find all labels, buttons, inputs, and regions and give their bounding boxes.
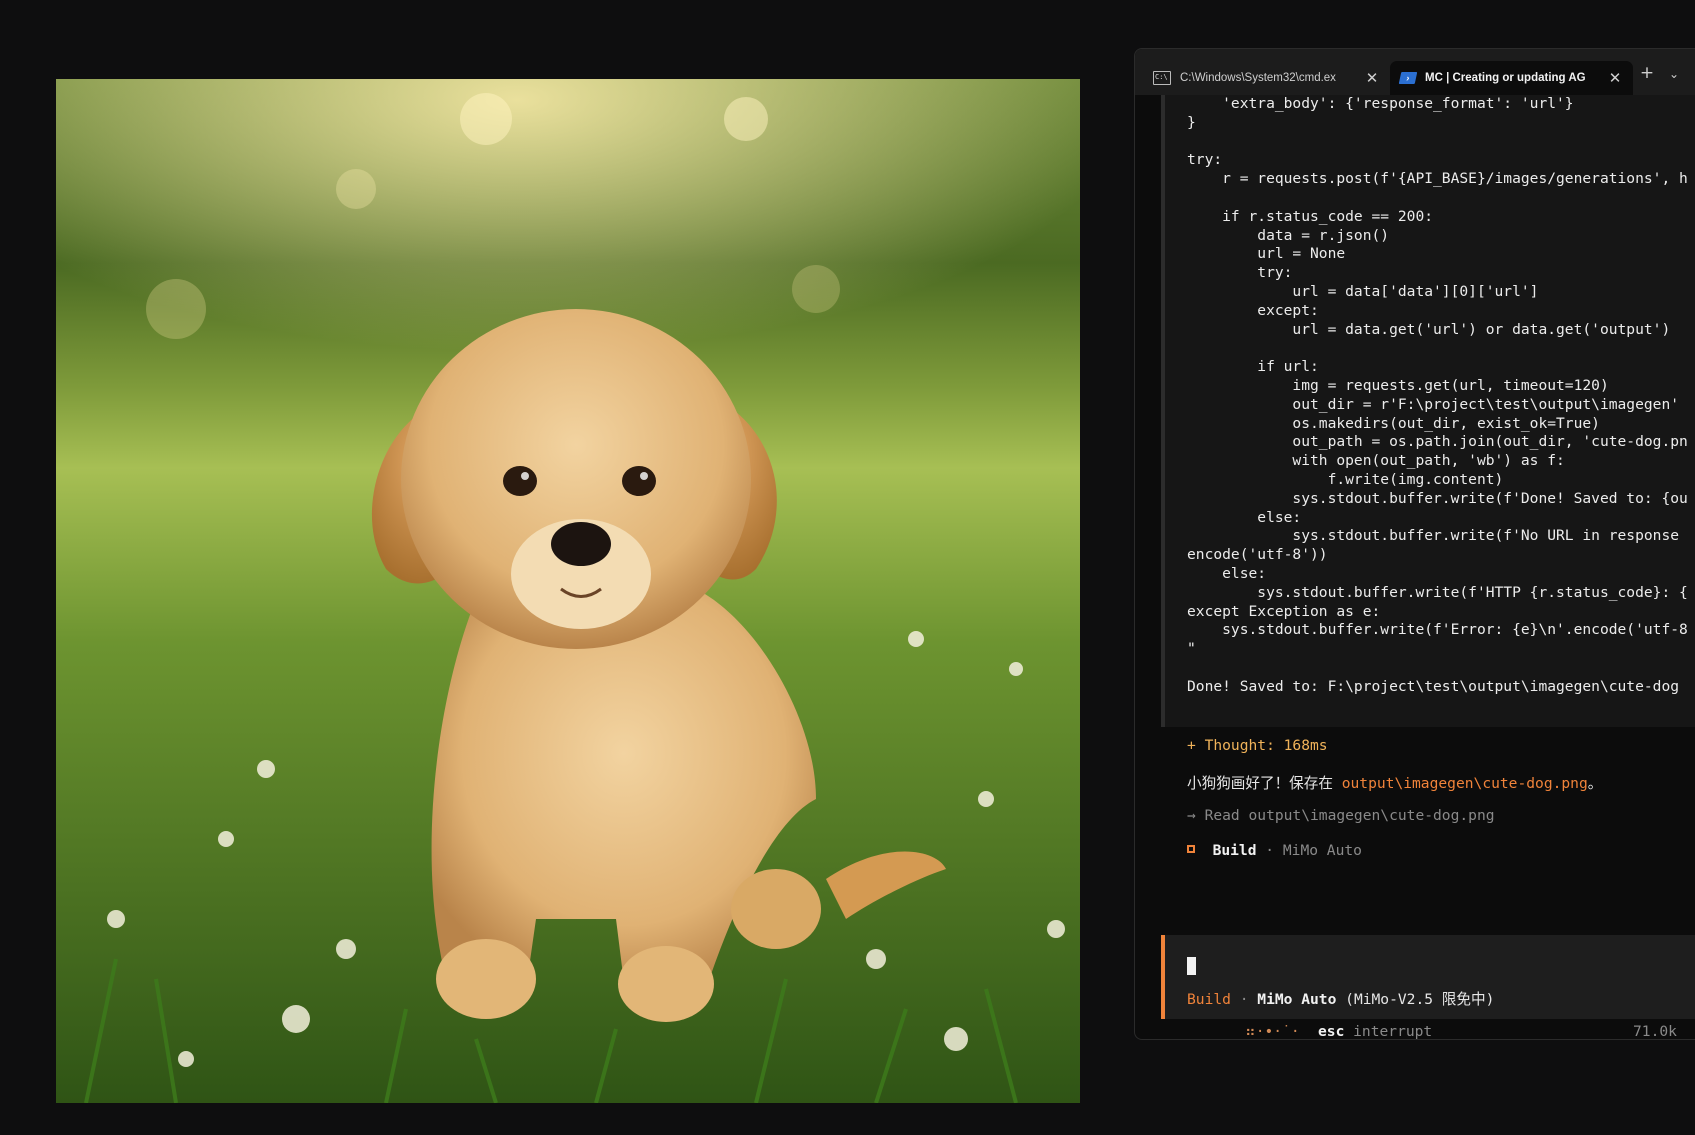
reply-suffix: 。 — [1587, 775, 1603, 792]
chevron-down-icon[interactable]: ⌄ — [1662, 67, 1686, 81]
esc-key: esc — [1318, 1023, 1345, 1040]
input-footer: Build · MiMo Auto (MiMo-V2.5 限免中) — [1187, 988, 1494, 1009]
code-output: 'extra_body': {'response_format': 'url'}… — [1187, 95, 1688, 695]
tab-cmd[interactable]: C:\ C:\Windows\System32\cmd.ex ✕ — [1143, 61, 1390, 95]
spinner-icon: ⠶·•·˙· — [1245, 1023, 1300, 1040]
tab-powershell[interactable]: › MC | Creating or updating AG ✕ — [1390, 61, 1633, 95]
terminal-window: C:\ C:\Windows\System32\cmd.ex ✕ › MC | … — [1134, 48, 1695, 1040]
close-icon[interactable]: ✕ — [1607, 69, 1623, 87]
reply-text: 小狗狗画好了！保存在 — [1187, 775, 1342, 792]
mode-selector[interactable]: Build — [1187, 991, 1231, 1008]
assistant-reply: 小狗狗画好了！保存在 output\imagegen\cute-dog.png。 — [1187, 772, 1602, 793]
model-detail: (MiMo-V2.5 限免中) — [1336, 991, 1495, 1008]
prompt-input-accent — [1161, 935, 1165, 1019]
read-tool-line: → Read output\imagegen\cute-dog.png — [1187, 807, 1495, 824]
separator: · — [1256, 842, 1283, 859]
tab-bar: C:\ C:\Windows\System32\cmd.ex ✕ › MC | … — [1135, 49, 1695, 95]
tab-label: MC | Creating or updating AG — [1425, 72, 1586, 84]
separator: · — [1230, 991, 1258, 1008]
build-status-line: Build · MiMo Auto — [1187, 842, 1362, 859]
file-path-link[interactable]: output\imagegen\cute-dog.png — [1342, 775, 1588, 792]
model-name: MiMo Auto — [1282, 842, 1362, 859]
interrupt-hint[interactable]: esc interrupt — [1318, 1023, 1433, 1040]
model-selector[interactable]: MiMo Auto — [1257, 991, 1336, 1008]
build-mode: Build — [1212, 842, 1257, 859]
close-icon[interactable]: ✕ — [1364, 69, 1380, 87]
new-tab-button[interactable]: + — [1635, 63, 1659, 83]
cmd-icon: C:\ — [1153, 71, 1171, 85]
powershell-icon: › — [1398, 72, 1418, 84]
thought-line[interactable]: + Thought: 168ms — [1187, 737, 1328, 754]
interrupt-label: interrupt — [1344, 1023, 1433, 1040]
terminal-content: 'extra_body': {'response_format': 'url'}… — [1135, 95, 1695, 1039]
text-cursor — [1187, 957, 1196, 975]
tool-output-rail — [1161, 95, 1165, 727]
tab-label: C:\Windows\System32\cmd.ex — [1180, 72, 1336, 84]
build-icon — [1187, 845, 1195, 853]
token-count: 71.0k — [1633, 1023, 1677, 1040]
puppy-photo — [56, 79, 1080, 1103]
